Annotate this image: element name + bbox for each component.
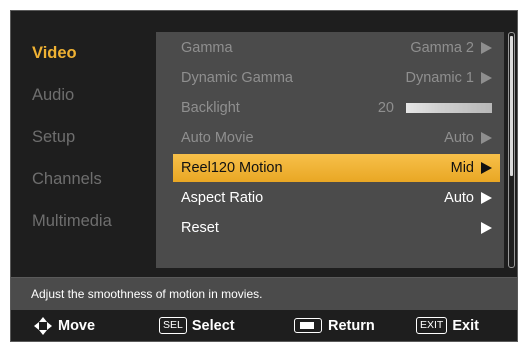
move-label: Move [58,317,96,334]
setting-value: Auto [444,190,474,206]
select-label: Select [191,317,235,334]
exit-key-icon: EXIT [416,317,448,334]
sidebar-item-video[interactable]: Video [11,32,156,74]
tv-menu-window: Video Audio Setup Channels Multimedia Ga… [10,10,518,342]
return-key-icon [294,318,322,333]
sidebar-item-label: Video [32,44,77,62]
exit-label: Exit [452,317,479,334]
sidebar-item-label: Channels [32,170,102,188]
move-hint: Move [33,310,95,341]
setting-label: Aspect Ratio [181,190,264,206]
setting-row-gamma[interactable]: Gamma Gamma 2 [173,34,500,62]
right-arrow-icon [481,192,492,204]
right-arrow-icon [481,162,492,174]
video-settings-panel: Gamma Gamma 2 Dynamic Gamma Dynamic 1 Ba… [156,32,504,268]
setting-value: Gamma 2 [410,40,474,56]
sidebar-item-setup[interactable]: Setup [11,116,156,158]
scrollbar-thumb[interactable] [510,36,513,176]
exit-hint: EXIT Exit [416,310,479,341]
setting-value: Mid [450,160,474,176]
return-hint: Return [294,310,375,341]
setting-label: Reset [181,220,219,236]
setting-value: Dynamic 1 [405,70,475,86]
setting-label: Auto Movie [181,130,254,146]
right-arrow-icon [481,222,492,234]
right-arrow-icon [481,72,492,84]
backlight-slider[interactable] [406,103,492,113]
return-label: Return [328,317,375,334]
setting-row-reset[interactable]: Reset [173,214,500,242]
button-hint-bar: Move SEL Select Return EXIT Exit [11,310,517,341]
setting-row-backlight[interactable]: Backlight 20 [173,94,500,122]
category-sidebar: Video Audio Setup Channels Multimedia [11,32,156,268]
sidebar-item-channels[interactable]: Channels [11,158,156,200]
setting-label: Gamma [181,40,233,56]
sel-key-icon: SEL [159,317,187,334]
sidebar-item-label: Multimedia [32,212,112,230]
setting-value: 20 [377,100,394,116]
menu-scrollbar[interactable] [508,32,515,268]
sidebar-item-label: Setup [32,128,76,146]
sidebar-item-multimedia[interactable]: Multimedia [11,200,156,242]
setting-label: Reel120 Motion [181,160,283,176]
setting-row-dynamic-gamma[interactable]: Dynamic Gamma Dynamic 1 [173,64,500,92]
right-arrow-icon [481,132,492,144]
setting-label: Backlight [181,100,240,116]
select-hint: SEL Select [159,310,235,341]
setting-row-aspect-ratio[interactable]: Aspect Ratio Auto [173,184,500,212]
directional-pad-icon [34,316,52,335]
help-description: Adjust the smoothness of motion in movie… [11,277,517,310]
sidebar-item-audio[interactable]: Audio [11,74,156,116]
sidebar-item-label: Audio [32,86,75,104]
right-arrow-icon [481,42,492,54]
setting-row-auto-movie[interactable]: Auto Movie Auto [173,124,500,152]
setting-value: Auto [444,130,474,146]
setting-row-reel120-motion[interactable]: Reel120 Motion Mid [173,154,500,182]
setting-label: Dynamic Gamma [181,70,293,86]
